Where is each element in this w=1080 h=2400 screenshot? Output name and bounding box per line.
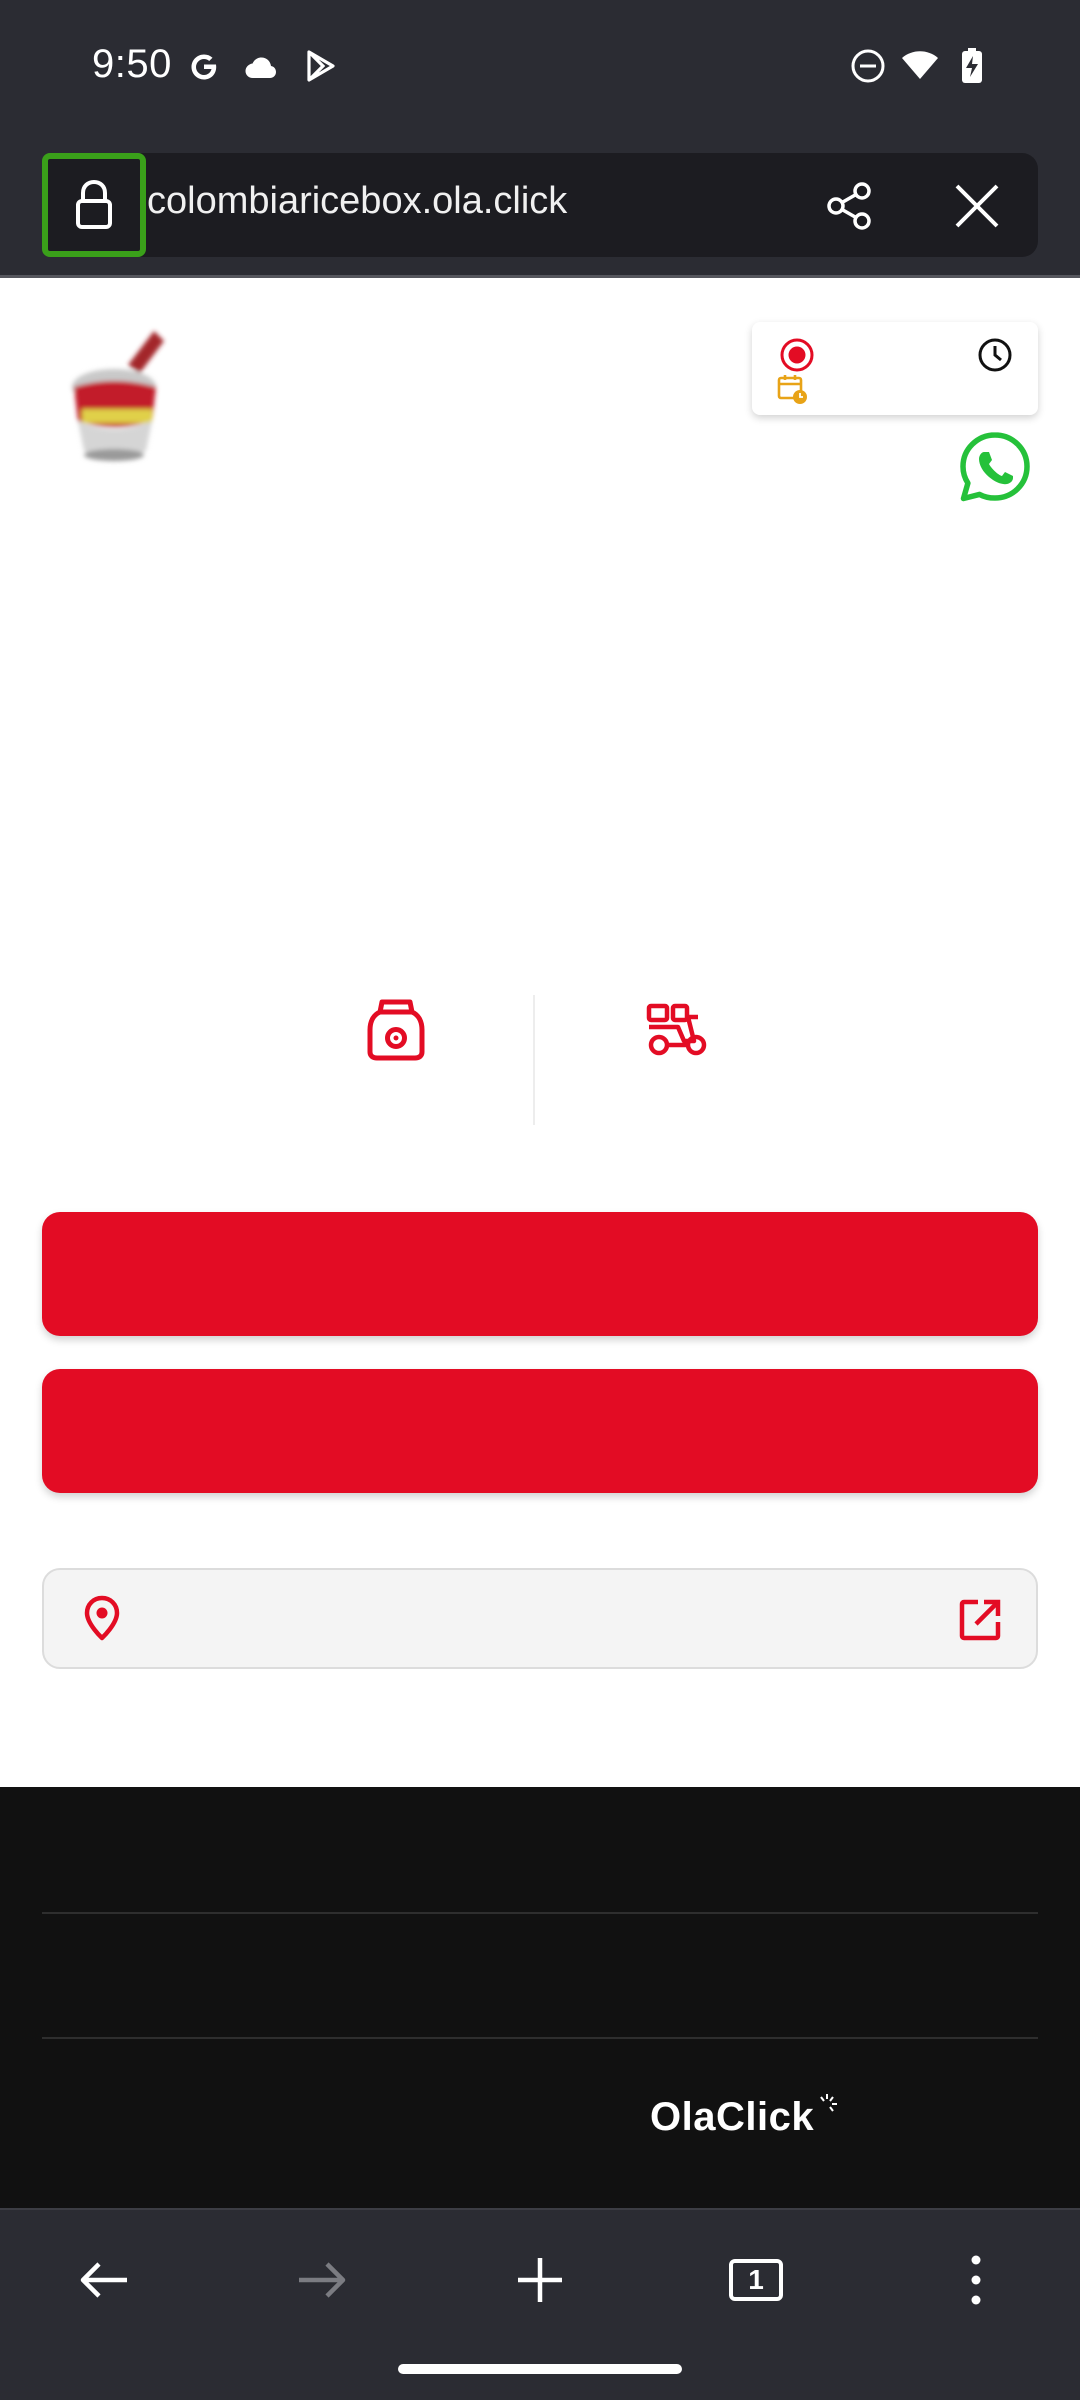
calendar-clock-icon: [777, 375, 807, 404]
share-icon[interactable]: [822, 179, 876, 233]
new-tab-icon: [518, 2258, 562, 2302]
tabs-button[interactable]: 1: [724, 2248, 788, 2312]
record-icon: [780, 338, 814, 372]
secondary-action-button[interactable]: [42, 1369, 1038, 1493]
forward-button[interactable]: [290, 2248, 354, 2312]
takeaway-bag-icon[interactable]: [366, 998, 426, 1062]
do-not-disturb-icon: [851, 49, 885, 83]
footer-divider: [42, 2037, 1038, 2039]
google-icon: [191, 54, 217, 80]
tab-count: 1: [748, 2264, 764, 2295]
location-pin-icon: [84, 1595, 120, 1641]
browser-toolbar: colombiaricebox.ola.click: [0, 135, 1080, 278]
order-method-divider: [533, 995, 535, 1125]
store-address-link[interactable]: [42, 1568, 1038, 1669]
footer-divider: [42, 1912, 1038, 1914]
wifi-icon: [902, 51, 938, 79]
clock-icon: [978, 338, 1012, 372]
more-menu-button[interactable]: [944, 2248, 1008, 2312]
delivery-scooter-icon[interactable]: [646, 1003, 708, 1057]
status-bar: 9:50: [0, 0, 1080, 135]
more-menu-icon: [971, 2255, 981, 2305]
back-button[interactable]: [72, 2248, 136, 2312]
bottom-browser-toolbar: 1: [0, 2208, 1080, 2400]
external-link-icon: [959, 1599, 1001, 1641]
lock-icon: [76, 179, 112, 229]
forward-arrow-icon: [299, 2262, 346, 2298]
status-time: 9:50: [92, 42, 172, 86]
tabs-icon: 1: [729, 2259, 783, 2301]
battery-icon: [962, 48, 982, 83]
sparkle-icon: [820, 2094, 837, 2112]
site-info-button[interactable]: [42, 153, 146, 257]
primary-action-button[interactable]: [42, 1212, 1038, 1336]
cloud-icon: [245, 57, 276, 78]
page-footer: OlaClick: [0, 1787, 1080, 2210]
play-store-icon: [307, 50, 335, 82]
url-bar[interactable]: colombiaricebox.ola.click: [42, 153, 1038, 257]
whatsapp-icon[interactable]: [958, 430, 1032, 504]
new-tab-button[interactable]: [508, 2248, 572, 2312]
store-status-card[interactable]: [752, 322, 1038, 415]
restaurant-logo: [72, 331, 164, 461]
close-icon[interactable]: [950, 179, 1004, 233]
url-text[interactable]: colombiaricebox.ola.click: [147, 180, 567, 223]
home-indicator[interactable]: [398, 2364, 682, 2374]
olaclick-brand[interactable]: OlaClick: [650, 2095, 814, 2140]
back-arrow-icon: [80, 2262, 127, 2298]
